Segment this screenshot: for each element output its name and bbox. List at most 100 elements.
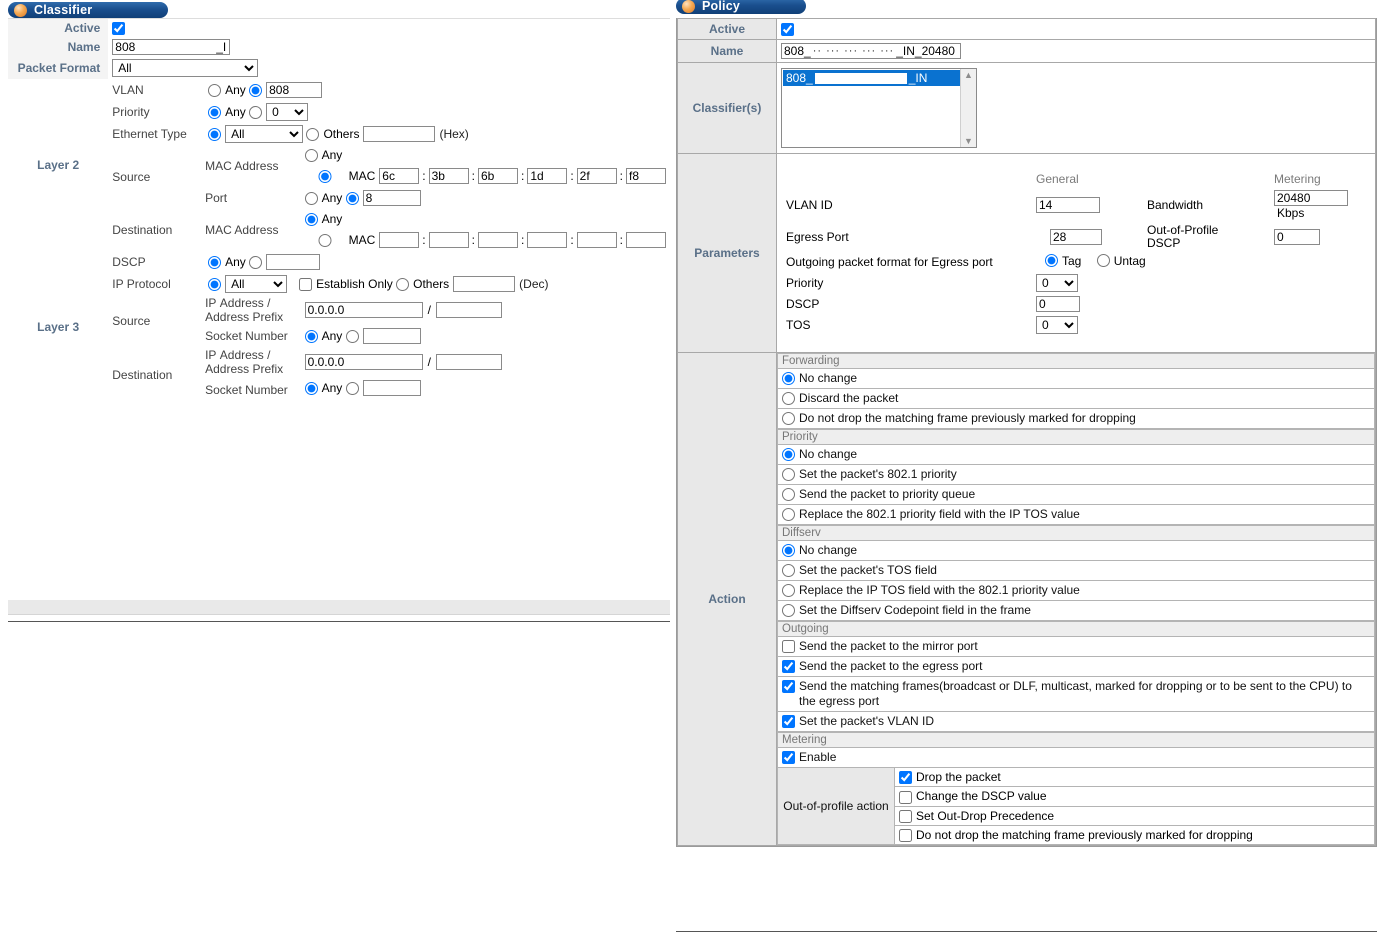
dst-mac-radio[interactable] xyxy=(304,233,345,247)
classifier-listbox[interactable]: 808_ _IN ▲ ▼ xyxy=(781,68,977,148)
action-option-row[interactable]: Set the packet's TOS field xyxy=(777,561,1375,581)
out-of-profile-option[interactable]: Drop the packet xyxy=(894,768,1375,788)
action-option-row[interactable]: Enable xyxy=(777,748,1375,768)
action-option-row[interactable]: Set the packet's VLAN ID xyxy=(777,712,1375,732)
dst-socket-radio[interactable] xyxy=(345,381,359,395)
action-option-row[interactable]: Set the packet's 802.1 priority xyxy=(777,465,1375,485)
vlan-value-radio[interactable] xyxy=(249,83,263,97)
out-of-profile-option[interactable]: Set Out-Drop Precedence xyxy=(894,806,1375,826)
priority-any-radio[interactable] xyxy=(208,105,222,119)
ip-protocol-select[interactable]: All xyxy=(225,275,288,294)
action-radio[interactable] xyxy=(782,564,795,577)
ip-protocol-others-radio[interactable] xyxy=(396,277,410,291)
dst-socket-input[interactable] xyxy=(362,380,421,397)
action-checkbox[interactable] xyxy=(782,640,795,653)
out-of-profile-checkbox[interactable] xyxy=(899,809,912,823)
params-egress-port-input[interactable] xyxy=(1050,228,1102,245)
out-of-profile-checkbox[interactable] xyxy=(899,829,912,843)
ethertype-list-radio[interactable] xyxy=(208,127,222,141)
dst-mac-octet-3[interactable] xyxy=(477,232,518,249)
dst-mac-octet-6[interactable] xyxy=(626,232,666,249)
action-checkbox[interactable] xyxy=(782,715,795,728)
action-option-row[interactable]: Replace the IP TOS field with the 802.1 … xyxy=(777,581,1375,601)
src-mac-octet-6[interactable] xyxy=(626,168,666,185)
src-socket-radio[interactable] xyxy=(345,329,359,343)
src-socket-input[interactable] xyxy=(362,328,421,345)
establish-only-checkbox[interactable] xyxy=(299,277,313,291)
action-radio[interactable] xyxy=(782,488,795,501)
out-of-profile-option[interactable]: Do not drop the matching frame previousl… xyxy=(894,825,1375,846)
action-option-row[interactable]: Send the packet to the mirror port xyxy=(777,637,1375,657)
src-mac-radio[interactable] xyxy=(304,169,345,183)
src-mac-octet-3[interactable] xyxy=(477,168,518,185)
vlan-value-input[interactable] xyxy=(266,82,323,99)
l3-dscp-value-radio[interactable] xyxy=(249,255,263,269)
classifier-list-item[interactable]: 808_ _IN xyxy=(783,70,967,86)
policy-active-checkbox[interactable] xyxy=(781,23,794,37)
out-of-profile-checkbox[interactable] xyxy=(899,790,912,804)
dst-prefix-input[interactable] xyxy=(435,354,502,371)
priority-value-radio[interactable] xyxy=(249,105,263,119)
ip-protocol-list-radio[interactable] xyxy=(208,277,222,291)
src-port-any-radio[interactable] xyxy=(304,191,318,205)
ethertype-select[interactable]: All xyxy=(225,125,304,144)
l3-dscp-input[interactable] xyxy=(266,254,321,271)
dst-mac-octet-2[interactable] xyxy=(428,232,469,249)
params-dscp-input[interactable] xyxy=(1036,296,1080,313)
dst-mac-octet-1[interactable] xyxy=(379,232,420,249)
action-radio[interactable] xyxy=(782,584,795,597)
action-option-row[interactable]: Do not drop the matching frame previousl… xyxy=(777,409,1375,429)
params-bandwidth-input[interactable] xyxy=(1274,189,1348,206)
action-radio[interactable] xyxy=(782,508,795,521)
params-oop-dscp-input[interactable] xyxy=(1274,228,1320,245)
vlan-any-radio[interactable] xyxy=(208,83,222,97)
action-radio[interactable] xyxy=(782,468,795,481)
action-radio[interactable] xyxy=(782,392,795,405)
dst-mac-octet-4[interactable] xyxy=(527,232,568,249)
action-option-row[interactable]: No change xyxy=(777,541,1375,561)
dst-mac-octet-5[interactable] xyxy=(576,232,617,249)
action-option-row[interactable]: Replace the 802.1 priority field with th… xyxy=(777,505,1375,525)
action-option-row[interactable]: Set the Diffserv Codepoint field in the … xyxy=(777,601,1375,621)
src-ip-input[interactable] xyxy=(304,302,423,319)
action-option-row[interactable]: Send the packet to the egress port xyxy=(777,657,1375,677)
src-socket-any-radio[interactable] xyxy=(304,329,318,343)
action-radio[interactable] xyxy=(782,544,795,557)
ethertype-others-input[interactable] xyxy=(363,126,436,143)
classifier-active-checkbox[interactable] xyxy=(112,22,126,36)
scroll-down-icon[interactable]: ▼ xyxy=(964,135,973,147)
src-mac-any-radio[interactable] xyxy=(304,148,318,162)
ip-protocol-others-input[interactable] xyxy=(453,276,516,293)
src-mac-octet-2[interactable] xyxy=(428,168,469,185)
action-radio[interactable] xyxy=(782,412,795,425)
outgoing-format-tag-radio[interactable] xyxy=(1045,254,1058,268)
src-mac-octet-4[interactable] xyxy=(527,168,568,185)
src-prefix-input[interactable] xyxy=(435,302,502,319)
classifier-packet-format-select[interactable]: All xyxy=(112,59,259,78)
outgoing-format-untag-radio[interactable] xyxy=(1096,254,1110,268)
params-vlan-id-input[interactable] xyxy=(1036,196,1100,213)
action-radio[interactable] xyxy=(782,372,795,385)
policy-name-input[interactable]: 808_ ·· ··· ··· ··· ··· _IN_20480 xyxy=(781,43,961,59)
params-priority-select[interactable]: 0 xyxy=(1036,274,1078,293)
action-option-row[interactable]: No change xyxy=(777,445,1375,465)
action-option-row[interactable]: Send the matching frames(broadcast or DL… xyxy=(777,677,1375,712)
dst-ip-input[interactable] xyxy=(304,354,423,371)
src-port-radio[interactable] xyxy=(345,191,359,205)
src-port-input[interactable] xyxy=(362,190,421,207)
src-mac-octet-1[interactable] xyxy=(379,168,420,185)
scroll-up-icon[interactable]: ▲ xyxy=(964,69,973,81)
classifier-name-input[interactable] xyxy=(112,39,231,56)
action-option-row[interactable]: Discard the packet xyxy=(777,389,1375,409)
out-of-profile-option[interactable]: Change the DSCP value xyxy=(894,786,1375,807)
classifier-list-scrollbar[interactable]: ▲ ▼ xyxy=(960,69,976,147)
priority-value-select[interactable]: 0 xyxy=(266,103,309,122)
action-radio[interactable] xyxy=(782,604,795,617)
action-checkbox[interactable] xyxy=(782,680,795,693)
action-option-row[interactable]: No change xyxy=(777,369,1375,389)
params-tos-select[interactable]: 0 xyxy=(1036,316,1078,335)
action-option-row[interactable]: Send the packet to priority queue xyxy=(777,485,1375,505)
src-mac-octet-5[interactable] xyxy=(576,168,617,185)
l3-dscp-any-radio[interactable] xyxy=(208,255,222,269)
out-of-profile-checkbox[interactable] xyxy=(899,771,912,785)
